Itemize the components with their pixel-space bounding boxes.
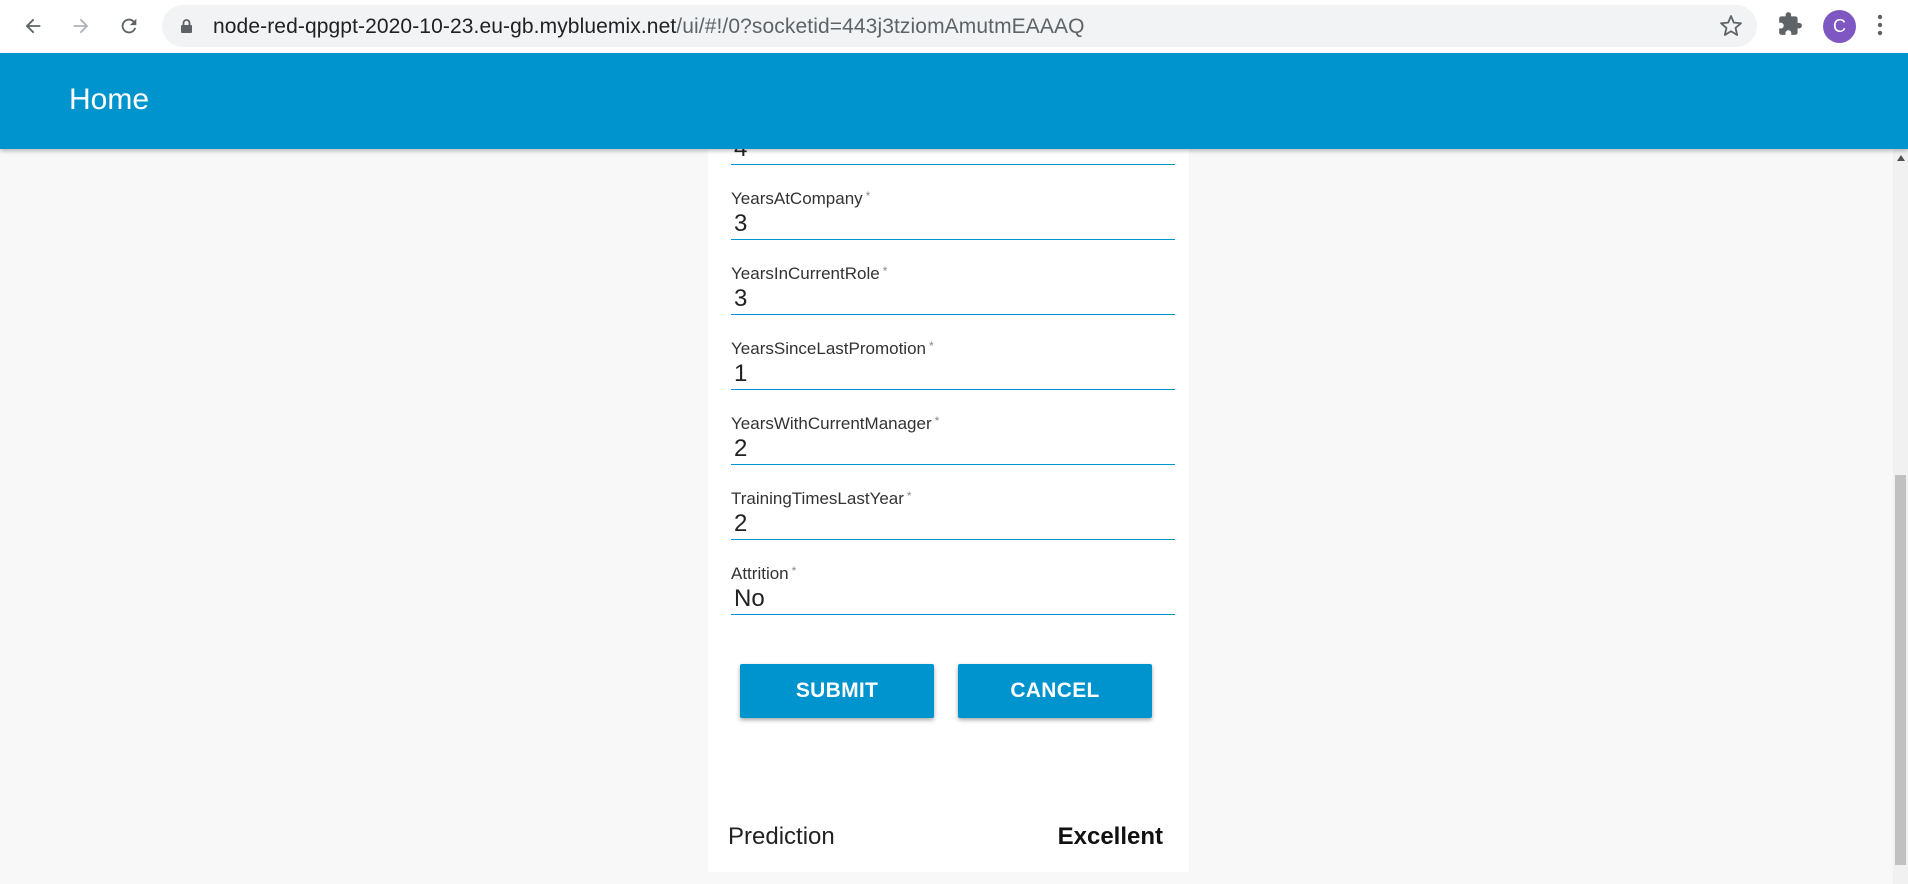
field-value[interactable]: 1 (734, 360, 747, 388)
submit-button[interactable]: SUBMIT (740, 664, 934, 718)
url-host: node-red-qpgpt-2020-10-23.eu-gb.mybluemi… (213, 15, 677, 38)
puzzle-icon[interactable] (1777, 11, 1803, 42)
field-years-at-company[interactable]: YearsAtCompany * 3 (731, 189, 1175, 240)
scroll-thumb[interactable] (1895, 475, 1906, 865)
field-value[interactable]: 2 (734, 435, 747, 463)
profile-avatar[interactable]: C (1823, 10, 1856, 43)
browser-toolbar: node-red-qpgpt-2020-10-23.eu-gb.mybluemi… (0, 0, 1908, 54)
arrow-left-icon (25, 18, 41, 34)
forward-button[interactable] (64, 9, 98, 43)
field-label: YearsAtCompany * (731, 189, 871, 208)
url-text: node-red-qpgpt-2020-10-23.eu-gb.mybluemi… (213, 15, 1085, 39)
bookmark-star-icon[interactable] (1719, 14, 1743, 43)
field-training-times-last-year[interactable]: TrainingTimesLastYear * 2 (731, 489, 1175, 540)
field-value[interactable]: 3 (734, 285, 747, 313)
page-title: Home (69, 83, 150, 116)
field-label: YearsSinceLastPromotion * (731, 339, 934, 358)
prediction-label: Prediction (728, 823, 835, 850)
field-attrition[interactable]: Attrition * No (731, 564, 1175, 615)
reload-button[interactable] (112, 9, 146, 43)
back-button[interactable] (16, 9, 50, 43)
field-years-with-current-manager[interactable]: YearsWithCurrentManager * 2 (731, 414, 1175, 465)
url-path: /ui/#!/0?socketid=443j3tziomAmutmEAAAQ (676, 15, 1085, 38)
app-toolbar: Home (0, 53, 1908, 149)
field-value[interactable]: 3 (734, 210, 747, 238)
field-value[interactable]: 2 (734, 510, 747, 538)
form-card: 4 YearsAtCompany* 3 YearsInCurrentRole* … (708, 135, 1189, 872)
scroll-up-arrow-icon[interactable] (1897, 155, 1905, 161)
arrow-right-icon (73, 18, 89, 34)
page-scrollbar[interactable] (1893, 149, 1908, 884)
field-years-in-current-role[interactable]: YearsInCurrentRole * 3 (731, 264, 1175, 315)
field-label: TrainingTimesLastYear * (731, 489, 912, 508)
cancel-button[interactable]: CANCEL (958, 664, 1152, 718)
lock-icon (180, 18, 193, 39)
prediction-value: Excellent (1057, 823, 1163, 850)
field-label: Attrition * (731, 564, 797, 583)
field-label: YearsInCurrentRole * (731, 264, 888, 283)
more-vert-icon[interactable] (1876, 12, 1884, 43)
field-years-since-last-promotion[interactable]: YearsSinceLastPromotion * 1 (731, 339, 1175, 390)
reload-icon (121, 18, 137, 34)
field-label: YearsWithCurrentManager * (731, 414, 940, 433)
field-value[interactable]: No (734, 585, 765, 613)
address-bar[interactable]: node-red-qpgpt-2020-10-23.eu-gb.mybluemi… (162, 5, 1757, 47)
